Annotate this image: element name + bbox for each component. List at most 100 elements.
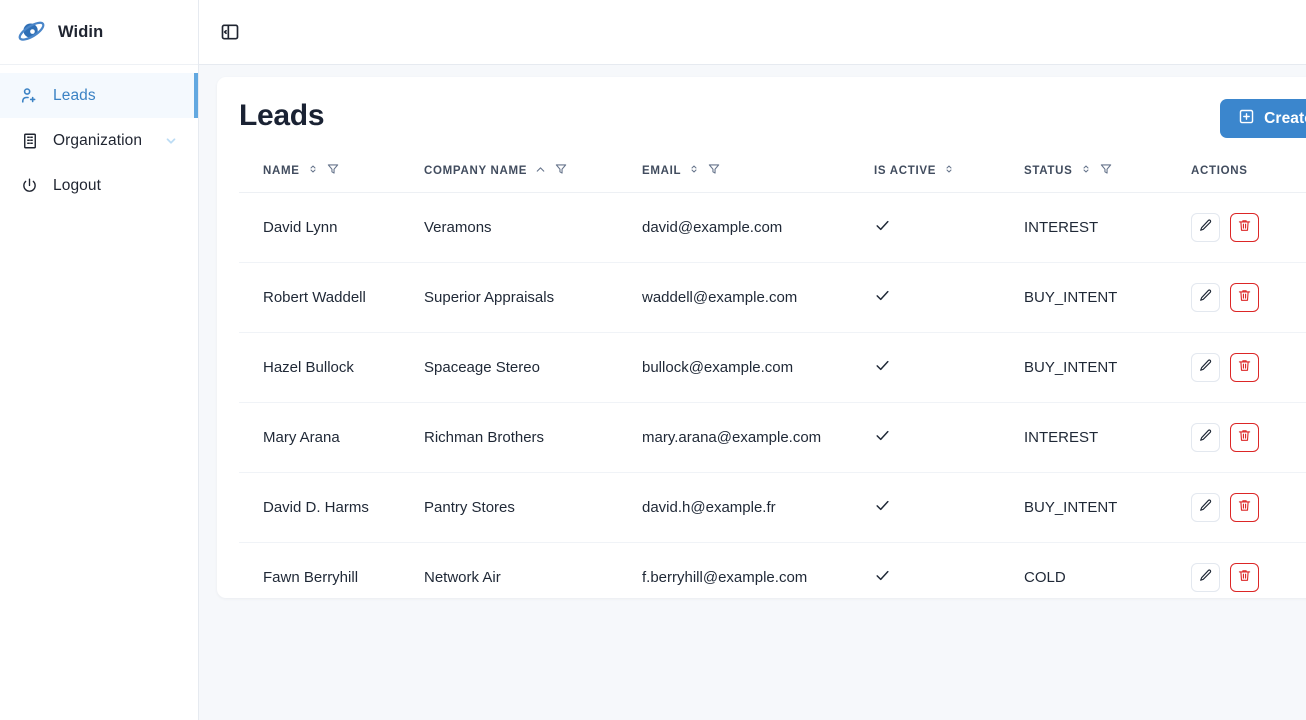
column-header-label: ACTIONS (1191, 165, 1248, 177)
delete-row-button[interactable] (1230, 423, 1259, 452)
cell-email: f.berryhill@example.com (642, 543, 874, 599)
filter-icon[interactable] (1099, 162, 1113, 179)
power-icon (20, 176, 39, 195)
plus-square-icon (1238, 108, 1255, 130)
cell-actions (1191, 473, 1306, 543)
cell-company-name: Superior Appraisals (424, 263, 642, 333)
cell-status: INTEREST (1024, 403, 1191, 473)
cell-status: BUY_INTENT (1024, 473, 1191, 543)
check-icon (874, 571, 891, 588)
create-button[interactable]: Create (1220, 99, 1306, 138)
cell-company-name: Pantry Stores (424, 473, 642, 543)
column-header-label: STATUS (1024, 165, 1073, 177)
column-header-name: NAME (239, 150, 424, 193)
pencil-icon (1198, 288, 1213, 307)
trash-icon (1237, 498, 1252, 517)
cell-email: david@example.com (642, 193, 874, 263)
column-header-label: EMAIL (642, 165, 681, 177)
sort-updown-icon[interactable] (943, 162, 955, 179)
building-icon (20, 131, 39, 150)
cell-is-active (874, 193, 1024, 263)
app-root: Widin Leads (0, 0, 1306, 720)
pencil-icon (1198, 498, 1213, 517)
check-icon (874, 221, 891, 238)
filter-icon[interactable] (326, 162, 340, 179)
panel-collapse-left-icon[interactable] (217, 19, 243, 45)
table-row: Robert WaddellSuperior Appraisalswaddell… (239, 263, 1306, 333)
sidebar-nav: Leads Organization (0, 65, 198, 208)
cell-actions (1191, 193, 1306, 263)
brand-name: Widin (58, 23, 103, 42)
cell-company-name: Network Air (424, 543, 642, 599)
delete-row-button[interactable] (1230, 213, 1259, 242)
user-plus-icon (20, 86, 39, 105)
sidebar-item-logout[interactable]: Logout (0, 163, 198, 208)
cell-name: David Lynn (239, 193, 424, 263)
column-header-label: IS ACTIVE (874, 165, 936, 177)
edit-row-button[interactable] (1191, 563, 1220, 592)
create-button-label: Create (1264, 110, 1306, 128)
edit-row-button[interactable] (1191, 493, 1220, 522)
edit-row-button[interactable] (1191, 423, 1220, 452)
sidebar-item-label: Logout (53, 177, 101, 195)
pencil-icon (1198, 428, 1213, 447)
cell-company-name: Veramons (424, 193, 642, 263)
trash-icon (1237, 358, 1252, 377)
table-row: Fawn BerryhillNetwork Airf.berryhill@exa… (239, 543, 1306, 599)
main-area: Leads Create (199, 0, 1306, 720)
filter-icon[interactable] (707, 162, 721, 179)
cell-name: Robert Waddell (239, 263, 424, 333)
pencil-icon (1198, 218, 1213, 237)
sidebar-item-label: Leads (53, 87, 96, 105)
cell-email: david.h@example.fr (642, 473, 874, 543)
check-icon (874, 501, 891, 518)
sort-updown-icon[interactable] (307, 162, 319, 179)
filter-icon[interactable] (554, 162, 568, 179)
column-header-label: COMPANY NAME (424, 165, 527, 177)
cell-email: mary.arana@example.com (642, 403, 874, 473)
trash-icon (1237, 288, 1252, 307)
chevron-down-icon[interactable] (164, 134, 178, 148)
delete-row-button[interactable] (1230, 493, 1259, 522)
column-header-status: STATUS (1024, 150, 1191, 193)
topbar (199, 0, 1306, 65)
leads-table: NAME (239, 150, 1306, 598)
edit-row-button[interactable] (1191, 283, 1220, 312)
table-header: NAME (239, 150, 1306, 193)
cell-status: INTEREST (1024, 193, 1191, 263)
cell-company-name: Spaceage Stereo (424, 333, 642, 403)
cell-status: BUY_INTENT (1024, 263, 1191, 333)
table-row: David LynnVeramonsdavid@example.com INTER… (239, 193, 1306, 263)
cell-actions (1191, 543, 1306, 599)
cell-actions (1191, 403, 1306, 473)
cell-status: COLD (1024, 543, 1191, 599)
edit-row-button[interactable] (1191, 353, 1220, 382)
sidebar-item-organization[interactable]: Organization (0, 118, 198, 163)
cell-actions (1191, 263, 1306, 333)
table-header-row: NAME (239, 150, 1306, 193)
column-header-actions: ACTIONS (1191, 150, 1306, 193)
sort-ascending-icon[interactable] (534, 163, 547, 179)
delete-row-button[interactable] (1230, 563, 1259, 592)
column-header-label: NAME (263, 165, 300, 177)
delete-row-button[interactable] (1230, 353, 1259, 382)
edit-row-button[interactable] (1191, 213, 1220, 242)
planet-orbit-icon (17, 17, 47, 47)
table-row: Hazel BullockSpaceage Stereobullock@exam… (239, 333, 1306, 403)
card-header: Leads Create (217, 77, 1306, 150)
page-title: Leads (239, 99, 324, 133)
cell-name: Fawn Berryhill (239, 543, 424, 599)
cell-email: waddell@example.com (642, 263, 874, 333)
trash-icon (1237, 218, 1252, 237)
content-area: Leads Create (199, 65, 1306, 720)
cell-name: Hazel Bullock (239, 333, 424, 403)
sort-updown-icon[interactable] (688, 162, 700, 179)
table-row: Mary AranaRichman Brothersmary.arana@exa… (239, 403, 1306, 473)
trash-icon (1237, 568, 1252, 587)
sidebar-item-leads[interactable]: Leads (0, 73, 198, 118)
cell-is-active (874, 333, 1024, 403)
pencil-icon (1198, 358, 1213, 377)
sort-updown-icon[interactable] (1080, 162, 1092, 179)
delete-row-button[interactable] (1230, 283, 1259, 312)
cell-email: bullock@example.com (642, 333, 874, 403)
